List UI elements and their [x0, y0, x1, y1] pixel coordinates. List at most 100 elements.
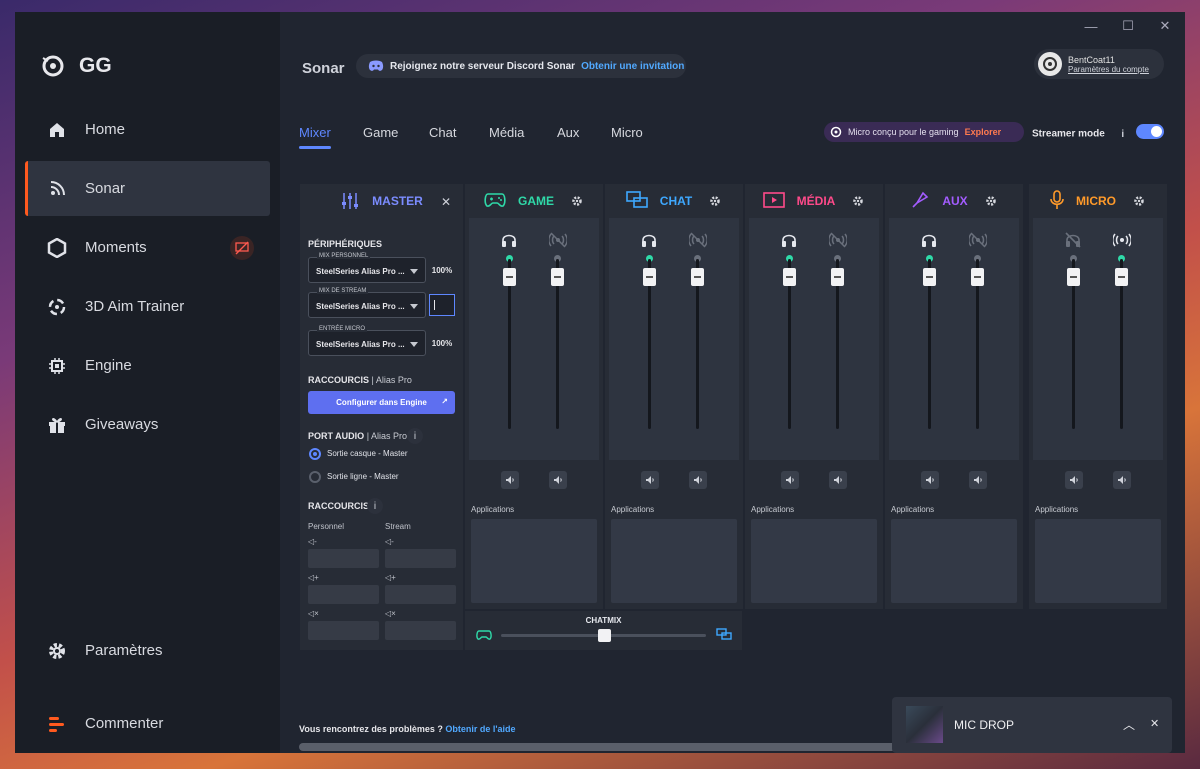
sidebar-item-label: Engine	[85, 357, 132, 374]
headset-output-radio[interactable]	[309, 448, 321, 460]
info-icon[interactable]: i	[367, 498, 383, 514]
speaker-icon[interactable]	[1065, 471, 1083, 489]
mic-input-volume[interactable]: 100%	[429, 332, 455, 354]
speaker-icon[interactable]	[501, 471, 519, 489]
account-settings-link[interactable]: Paramètres du compte	[1068, 65, 1149, 74]
gear-icon	[45, 639, 69, 663]
discord-invite-link[interactable]: Obtenir une invitation	[581, 61, 684, 72]
hotkey-input-stream-vol-up[interactable]	[385, 585, 456, 604]
gear-icon[interactable]	[708, 194, 722, 208]
stream-muted-icon[interactable]	[968, 232, 988, 253]
stream-volume-handle[interactable]	[691, 268, 704, 286]
sidebar-item-giveaways[interactable]: Giveaways	[25, 397, 270, 452]
speaker-icon[interactable]	[1113, 471, 1131, 489]
sidebar-item-moments[interactable]: Moments	[25, 220, 270, 275]
minimize-icon[interactable]: —	[1083, 18, 1099, 34]
streamer-mode-toggle[interactable]	[1136, 124, 1164, 139]
personal-mix-select[interactable]: MIX PERSONNEL SteelSeries Alias Pro ...	[308, 253, 426, 283]
help-link[interactable]: Obtenir de l'aide	[445, 724, 515, 734]
speaker-icon[interactable]	[781, 471, 799, 489]
headset-icon[interactable]	[781, 232, 797, 253]
tab-micro[interactable]: Micro	[611, 125, 643, 140]
stream-volume-handle[interactable]	[551, 268, 564, 286]
external-link-icon: ↗	[441, 397, 448, 406]
chevron-down-icon	[410, 269, 418, 274]
stream-muted-icon[interactable]	[688, 232, 708, 253]
hotkey-input-personal-mute[interactable]	[308, 621, 379, 640]
audio-port-title: PORT AUDIO	[308, 431, 365, 441]
chatmix-slider-handle[interactable]	[597, 629, 611, 642]
personal-volume-handle[interactable]	[1067, 268, 1080, 286]
headset-muted-icon[interactable]	[1065, 232, 1081, 253]
sidebar-item-sonar[interactable]: Sonar	[25, 161, 270, 216]
stream-icon[interactable]	[1112, 232, 1132, 253]
stream-muted-icon[interactable]	[828, 232, 848, 253]
gear-icon[interactable]	[851, 194, 865, 208]
speaker-icon[interactable]	[829, 471, 847, 489]
horizontal-scrollbar[interactable]	[299, 743, 899, 751]
stream-volume-handle[interactable]	[831, 268, 844, 286]
tab-media[interactable]: Média	[489, 125, 524, 140]
close-icon[interactable]: ✕	[441, 195, 451, 209]
capture-off-icon[interactable]	[230, 236, 254, 260]
speaker-icon[interactable]	[969, 471, 987, 489]
promo-text: Micro conçu pour le gaming	[848, 127, 959, 137]
speaker-icon[interactable]	[641, 471, 659, 489]
user-account[interactable]: BentCoat11 Paramètres du compte	[1034, 49, 1164, 79]
stream-volume-handle[interactable]	[971, 268, 984, 286]
close-icon[interactable]: ✕	[1150, 717, 1159, 730]
hotkey-input-personal-vol-down[interactable]	[308, 549, 379, 568]
gear-icon[interactable]	[984, 194, 998, 208]
hotkey-input-stream-vol-down[interactable]	[385, 549, 456, 568]
tab-mixer[interactable]: Mixer	[299, 125, 331, 149]
sidebar-item-label: Paramètres	[85, 642, 163, 659]
tab-chat[interactable]: Chat	[429, 125, 456, 140]
applications-list	[471, 519, 597, 603]
hotkey-input-stream-mute[interactable]	[385, 621, 456, 640]
sidebar-item-engine[interactable]: Engine	[25, 338, 270, 393]
gear-icon[interactable]	[1132, 194, 1146, 208]
gear-icon[interactable]	[570, 194, 584, 208]
sidebar-item-3d-aim-trainer[interactable]: 3D Aim Trainer	[25, 279, 270, 334]
close-icon[interactable]: ✕	[1157, 18, 1173, 34]
info-icon[interactable]: i	[407, 428, 423, 444]
sidebar-item-home[interactable]: Home	[25, 102, 270, 157]
personal-mix-volume[interactable]: 100%	[429, 259, 455, 281]
sidebar-item-commenter[interactable]: Commenter	[25, 696, 270, 751]
tab-aux[interactable]: Aux	[557, 125, 579, 140]
headset-icon[interactable]	[501, 232, 517, 253]
stream-mix-volume-input[interactable]	[429, 294, 455, 316]
discord-banner[interactable]: Rejoignez notre serveur Discord Sonar Ob…	[356, 54, 686, 78]
speaker-icon[interactable]	[689, 471, 707, 489]
sidebar-item-parametres[interactable]: Paramètres	[25, 623, 270, 678]
promo-badge[interactable]: Micro conçu pour le gaming Explorer	[824, 122, 1024, 142]
personal-volume-handle[interactable]	[503, 268, 516, 286]
headset-icon[interactable]	[641, 232, 657, 253]
stream-muted-icon[interactable]	[548, 232, 568, 253]
shortcuts-label: RACCOURCIS | Alias Pro	[308, 375, 412, 385]
now-playing-notification[interactable]: MIC DROP ︿ ✕	[892, 697, 1172, 753]
maximize-icon[interactable]: ☐	[1120, 18, 1136, 34]
mic-input-select[interactable]: ENTRÉE MICRO SteelSeries Alias Pro ...	[308, 326, 426, 356]
personal-volume-handle[interactable]	[643, 268, 656, 286]
volume-strip	[1033, 218, 1163, 460]
stream-mix-select[interactable]: MIX DE STREAM SteelSeries Alias Pro ...	[308, 288, 426, 318]
configure-engine-button[interactable]: Configurer dans Engine ↗	[308, 391, 455, 414]
personal-volume-handle[interactable]	[923, 268, 936, 286]
channel-header: AUX	[885, 184, 1023, 218]
volume-up-icon: ◁+	[308, 573, 319, 582]
stream-volume-handle[interactable]	[1115, 268, 1128, 286]
speaker-icon[interactable]	[549, 471, 567, 489]
tab-game[interactable]: Game	[363, 125, 398, 140]
info-icon[interactable]: i	[1115, 126, 1131, 142]
chevron-up-icon[interactable]: ︿	[1123, 716, 1135, 733]
personal-volume-handle[interactable]	[783, 268, 796, 286]
headset-icon[interactable]	[921, 232, 937, 253]
speaker-icon[interactable]	[921, 471, 939, 489]
sidebar-item-label: Commenter	[85, 715, 164, 732]
explore-link[interactable]: Explorer	[965, 127, 1002, 137]
mute-icon: ◁×	[385, 609, 396, 618]
select-value: SteelSeries Alias Pro ...	[316, 340, 405, 349]
hotkey-input-personal-vol-up[interactable]	[308, 585, 379, 604]
line-output-radio[interactable]	[309, 471, 321, 483]
